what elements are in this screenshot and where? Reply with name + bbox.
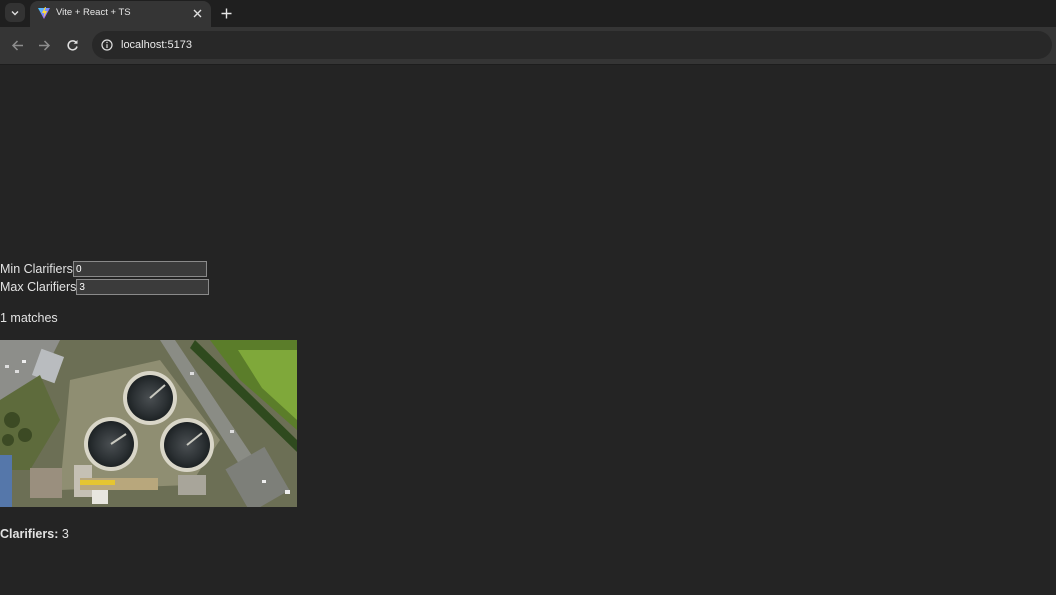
page-content: Min Clarifiers Max Clarifiers 1 matches [0,64,1056,595]
min-clarifiers-row: Min Clarifiers [0,261,207,277]
match-count: 1 matches [0,311,58,325]
min-clarifiers-label: Min Clarifiers [0,262,73,276]
min-clarifiers-input[interactable] [72,261,207,277]
clarifiers-label: Clarifiers: [0,527,59,541]
info-icon [101,39,113,51]
result-image [0,340,297,507]
plus-icon [221,8,231,18]
tab-list-button[interactable] [5,3,25,22]
tab-list-icon [11,10,19,15]
address-bar[interactable]: localhost:5173 [92,31,1052,59]
browser-toolbar: localhost:5173 [0,27,1056,65]
max-clarifiers-row: Max Clarifiers [0,279,210,295]
new-tab-button[interactable] [218,5,234,21]
close-icon [193,9,201,17]
vite-favicon-icon [38,7,50,19]
max-clarifiers-input[interactable] [76,279,210,295]
back-button[interactable] [9,37,25,53]
forward-arrow-icon [38,39,50,51]
reload-icon [66,39,78,51]
browser-tab[interactable]: Vite + React + TS [30,1,211,27]
back-arrow-icon [11,39,23,51]
forward-button[interactable] [36,37,52,53]
tab-strip: Vite + React + TS [0,0,1056,27]
clarifiers-value: 3 [61,527,69,541]
max-clarifiers-label: Max Clarifiers [0,280,77,294]
result-caption: Clarifiers: 3 [0,527,69,541]
site-info-button[interactable] [100,38,114,52]
url-text: localhost:5173 [121,39,192,51]
reload-button[interactable] [64,37,80,53]
aerial-treatment-plant-image [0,340,297,507]
tab-close-button[interactable] [190,6,204,20]
tab-title: Vite + React + TS [56,7,131,18]
